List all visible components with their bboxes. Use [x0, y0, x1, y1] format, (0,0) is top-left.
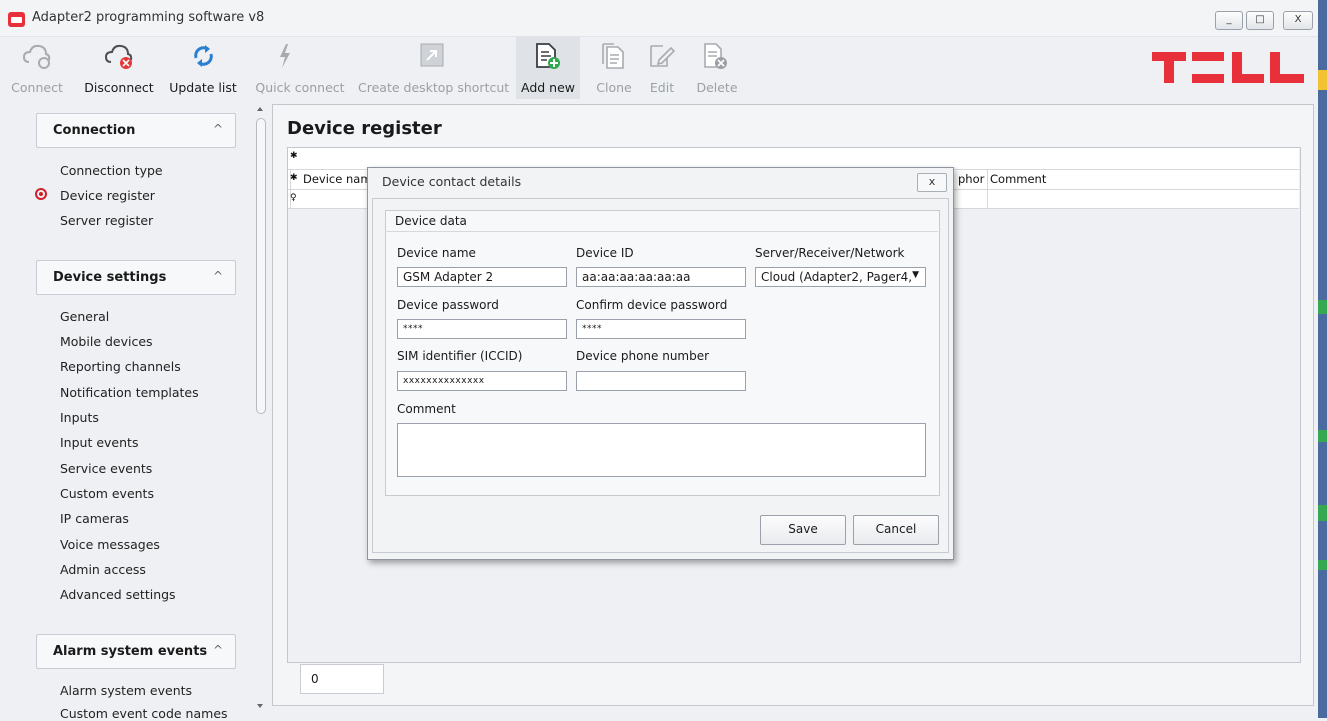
sim-identifier-input[interactable]: xxxxxxxxxxxxxx: [397, 371, 567, 391]
record-count-field[interactable]: 0: [300, 664, 384, 694]
sidebar-item-notification-templates[interactable]: Notification templates: [60, 385, 199, 400]
selected-radio-icon: [35, 188, 47, 200]
minimize-button[interactable]: _: [1215, 11, 1243, 30]
confirm-password-label: Confirm device password: [576, 298, 728, 312]
sidebar-item-general[interactable]: General: [60, 309, 109, 324]
sidebar-item-service-events[interactable]: Service events: [60, 461, 152, 476]
close-button[interactable]: X: [1283, 11, 1313, 30]
device-password-label: Device password: [397, 298, 499, 312]
delete-document-icon: [704, 43, 727, 69]
dialog-close-button[interactable]: x: [917, 173, 947, 192]
connect-button[interactable]: Connect: [6, 37, 68, 99]
section-device-settings[interactable]: Device settings ^: [36, 260, 236, 295]
column-header-device-phone[interactable]: phor: [958, 172, 984, 186]
sidebar-item-custom-event-code-names[interactable]: Custom event code names: [60, 706, 228, 718]
shortcut-icon: [420, 43, 444, 67]
sim-identifier-label: SIM identifier (ICCID): [397, 349, 523, 363]
dialog-title: Device contact details: [382, 174, 522, 189]
sidebar-item-alarm-system-events[interactable]: Alarm system events: [60, 683, 192, 698]
disconnect-button[interactable]: Disconnect: [80, 37, 158, 99]
toolbar: Connect Disconnect Update list Quick con…: [0, 37, 1318, 101]
group-title: Device data: [385, 210, 938, 232]
comment-label: Comment: [397, 402, 456, 416]
comment-textarea[interactable]: [397, 423, 926, 477]
clone-button[interactable]: Clone: [590, 37, 638, 99]
sidebar-item-server-register[interactable]: Server register: [60, 213, 153, 228]
app-icon: [8, 12, 25, 27]
create-desktop-shortcut-button[interactable]: Create desktop shortcut: [358, 37, 509, 99]
grid-row-marker: ♀: [290, 193, 297, 203]
server-select[interactable]: Cloud (Adapter2, Pager4, ▼: [755, 267, 926, 287]
sidebar-item-input-events[interactable]: Input events: [60, 435, 138, 450]
column-header-comment[interactable]: Comment: [990, 172, 1046, 186]
section-alarm-system-events[interactable]: Alarm system events ^: [36, 634, 236, 669]
sidebar-item-inputs[interactable]: Inputs: [60, 410, 99, 425]
window-title: Adapter2 programming software v8: [32, 10, 265, 25]
sidebar-item-ip-cameras[interactable]: IP cameras: [60, 511, 129, 526]
device-name-label: Device name: [397, 246, 476, 260]
tell-logo: [1152, 52, 1304, 83]
device-phone-input[interactable]: [576, 371, 746, 391]
grid-row-marker: ✱: [290, 151, 298, 161]
sidebar-item-custom-events[interactable]: Custom events: [60, 486, 154, 501]
sidebar-scroll-thumb[interactable]: [256, 118, 266, 414]
device-id-label: Device ID: [576, 246, 634, 260]
edit-button[interactable]: Edit: [642, 37, 682, 99]
section-connection[interactable]: Connection ^: [36, 113, 236, 148]
device-phone-label: Device phone number: [576, 349, 710, 363]
sidebar-item-reporting-channels[interactable]: Reporting channels: [60, 359, 181, 374]
lightning-icon: [280, 44, 290, 68]
device-id-input[interactable]: aa:aa:aa:aa:aa:aa: [576, 267, 746, 287]
sidebar-item-voice-messages[interactable]: Voice messages: [60, 537, 160, 552]
add-new-button[interactable]: Add new: [516, 37, 580, 99]
add-document-icon: [536, 43, 560, 69]
dropdown-arrow-icon: ▼: [912, 270, 919, 280]
sidebar-item-mobile-devices[interactable]: Mobile devices: [60, 334, 153, 349]
save-button[interactable]: Save: [760, 515, 846, 545]
sidebar-item-connection-type[interactable]: Connection type: [60, 163, 163, 178]
device-name-input[interactable]: GSM Adapter 2: [397, 267, 567, 287]
update-list-button[interactable]: Update list: [166, 37, 240, 99]
desktop-edge: [1318, 0, 1327, 718]
cloud-disconnect-icon: [104, 44, 133, 69]
page-title: Device register: [287, 118, 442, 139]
maximize-button[interactable]: □: [1246, 11, 1274, 30]
quick-connect-button[interactable]: Quick connect: [252, 37, 348, 99]
device-password-input[interactable]: ****: [397, 319, 567, 339]
sidebar-item-device-register[interactable]: Device register: [60, 188, 155, 203]
column-header-device-name[interactable]: Device nam: [303, 172, 372, 186]
cancel-button[interactable]: Cancel: [853, 515, 939, 545]
collapse-icon: ^: [212, 122, 223, 136]
sidebar-item-admin-access[interactable]: Admin access: [60, 562, 146, 577]
refresh-icon: [194, 45, 213, 67]
collapse-icon: ^: [212, 269, 223, 283]
clone-icon: [602, 43, 624, 69]
grid-row-marker: ✱: [290, 173, 298, 183]
edit-icon: [650, 45, 676, 67]
collapse-icon: ^: [212, 643, 223, 657]
cloud-connect-icon: [22, 44, 51, 69]
delete-button[interactable]: Delete: [692, 37, 742, 99]
sidebar-item-advanced-settings[interactable]: Advanced settings: [60, 587, 176, 602]
confirm-password-input[interactable]: ****: [576, 319, 746, 339]
server-label: Server/Receiver/Network: [755, 246, 905, 260]
